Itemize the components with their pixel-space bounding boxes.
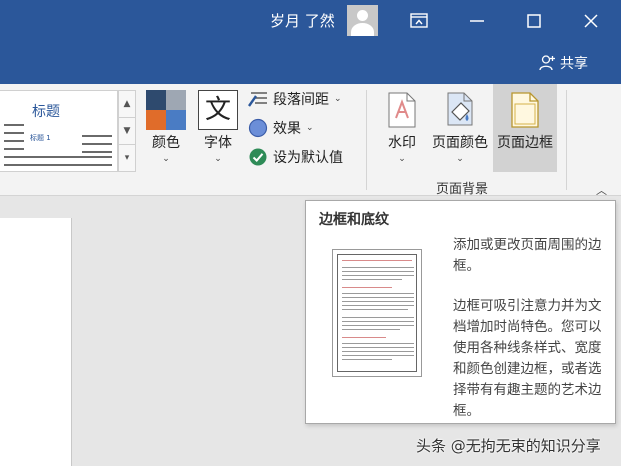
gallery-line — [4, 140, 24, 142]
group-separator — [566, 90, 567, 190]
thumbnail-line — [342, 260, 412, 261]
effects-icon — [248, 118, 268, 138]
thumbnail-line — [342, 297, 414, 298]
page-borders-button[interactable]: 页面边框 — [493, 84, 557, 172]
avatar-head — [357, 10, 368, 21]
style-set-gallery[interactable]: 标题 标题 1 — [0, 90, 118, 172]
minimize-icon[interactable] — [464, 8, 490, 34]
gallery-title-sample: 标题 — [32, 104, 60, 120]
chevron-down-icon: ⌄ — [214, 154, 222, 164]
gallery-subtitle-sample: 标题 1 — [30, 134, 51, 142]
gallery-scroll-down-icon[interactable]: ▼ — [119, 118, 135, 145]
user-name[interactable]: 岁月 了然 — [270, 10, 335, 31]
gallery-line — [4, 148, 24, 150]
gallery-line — [82, 151, 112, 153]
thumbnail-line — [342, 321, 414, 322]
gallery-line — [82, 143, 112, 145]
gallery-more-icon[interactable]: ▾ — [119, 145, 135, 172]
person-add-icon — [539, 55, 555, 71]
thumbnail-line — [342, 359, 392, 360]
thumbnail-line — [342, 329, 400, 330]
checkmark-icon — [249, 148, 267, 166]
font-glyph-icon: 文 — [198, 90, 238, 130]
tooltip-preview-thumbnail — [332, 249, 422, 377]
watermark-button[interactable]: 水印 ⌄ — [382, 86, 422, 170]
page-color-label: 页面颜色 — [432, 135, 488, 151]
gallery-line — [82, 135, 112, 137]
gallery-scroll[interactable]: ▲ ▼ ▾ — [118, 90, 136, 172]
set-as-default-label: 设为默认值 — [273, 150, 343, 166]
gallery-line — [4, 164, 112, 166]
fonts-button[interactable]: 文 字体 ⌄ — [196, 86, 240, 170]
thumbnail-line — [342, 267, 414, 268]
effects-button[interactable]: 效果 ⌄ — [248, 118, 314, 138]
ribbon-display-options-icon[interactable] — [406, 8, 432, 34]
thumbnail-line — [342, 305, 414, 306]
thumbnail-line — [342, 317, 414, 318]
gallery-line — [4, 132, 24, 134]
color-palette-icon — [146, 90, 186, 130]
title-bar: 岁月 了然 — [0, 0, 621, 42]
watermark-icon — [388, 92, 416, 128]
page-borders-label: 页面边框 — [497, 135, 553, 151]
page-borders-icon — [511, 92, 539, 128]
avatar[interactable] — [347, 5, 378, 36]
share-button[interactable]: 共享 — [538, 53, 588, 73]
gallery-line — [4, 156, 112, 158]
maximize-icon[interactable] — [521, 8, 547, 34]
tooltip-paragraph-1: 添加或更改页面周围的边框。 — [453, 237, 602, 274]
chevron-down-icon: ⌄ — [456, 154, 464, 164]
set-as-default-button[interactable]: 设为默认值 — [248, 147, 343, 167]
chevron-down-icon: ⌄ — [306, 123, 314, 133]
chevron-down-icon: ⌄ — [162, 154, 170, 164]
colors-label: 颜色 — [152, 135, 180, 151]
ribbon: 标题 标题 1 ▲ ▼ ▾ 颜色 ⌄ 文 字体 ⌄ 段落间距 ⌄ 效果 ⌄ 设为… — [0, 84, 621, 198]
page-color-button[interactable]: 页面颜色 ⌄ — [429, 86, 491, 170]
watermark-label: 水印 — [388, 135, 416, 151]
gallery-line — [4, 124, 24, 126]
tooltip-paragraph-2: 边框可吸引注意力并为文档增加时尚特色。您可以使用各种线条样式、宽度和颜色创建边框… — [453, 298, 602, 419]
thumbnail-line — [342, 337, 386, 338]
thumbnail-border — [337, 254, 417, 372]
thumbnail-line — [342, 347, 414, 348]
thumbnail-line — [342, 325, 414, 326]
collapse-ribbon-icon[interactable]: ︿ — [596, 182, 607, 198]
thumbnail-line — [342, 271, 414, 272]
thumbnail-line — [342, 351, 414, 352]
share-label: 共享 — [560, 56, 588, 72]
close-icon[interactable] — [578, 8, 604, 34]
chevron-down-icon: ⌄ — [334, 94, 342, 104]
thumbnail-line — [342, 343, 414, 344]
tooltip-title: 边框和底纹 — [319, 212, 389, 228]
thumbnail-line — [342, 309, 408, 310]
paragraph-spacing-icon — [248, 92, 267, 107]
document-page[interactable] — [0, 218, 72, 466]
tab-bar: 共享 — [0, 42, 621, 84]
page-background-group-label: 页面背景 — [436, 182, 489, 197]
source-watermark-text: 头条 @无拘无束的知识分享 — [416, 437, 601, 455]
thumbnail-line — [342, 293, 414, 294]
fonts-label: 字体 — [204, 135, 232, 151]
effects-label: 效果 — [273, 121, 301, 137]
paragraph-spacing-label: 段落间距 — [273, 92, 329, 108]
paragraph-spacing-button[interactable]: 段落间距 ⌄ — [248, 89, 342, 109]
page-color-icon — [447, 92, 473, 126]
colors-button[interactable]: 颜色 ⌄ — [144, 86, 188, 170]
group-separator — [366, 90, 367, 190]
thumbnail-line — [342, 287, 392, 288]
thumbnail-line — [342, 275, 414, 276]
avatar-body — [351, 23, 374, 36]
thumbnail-line — [342, 301, 414, 302]
thumbnail-line — [342, 355, 414, 356]
chevron-down-icon: ⌄ — [398, 154, 406, 164]
thumbnail-line — [342, 279, 402, 280]
page-borders-tooltip: 边框和底纹 添加或更改页面周围的边框。 边框可吸引注意力并为文档增加时尚特色。您… — [305, 200, 616, 424]
gallery-scroll-up-icon[interactable]: ▲ — [119, 91, 135, 118]
